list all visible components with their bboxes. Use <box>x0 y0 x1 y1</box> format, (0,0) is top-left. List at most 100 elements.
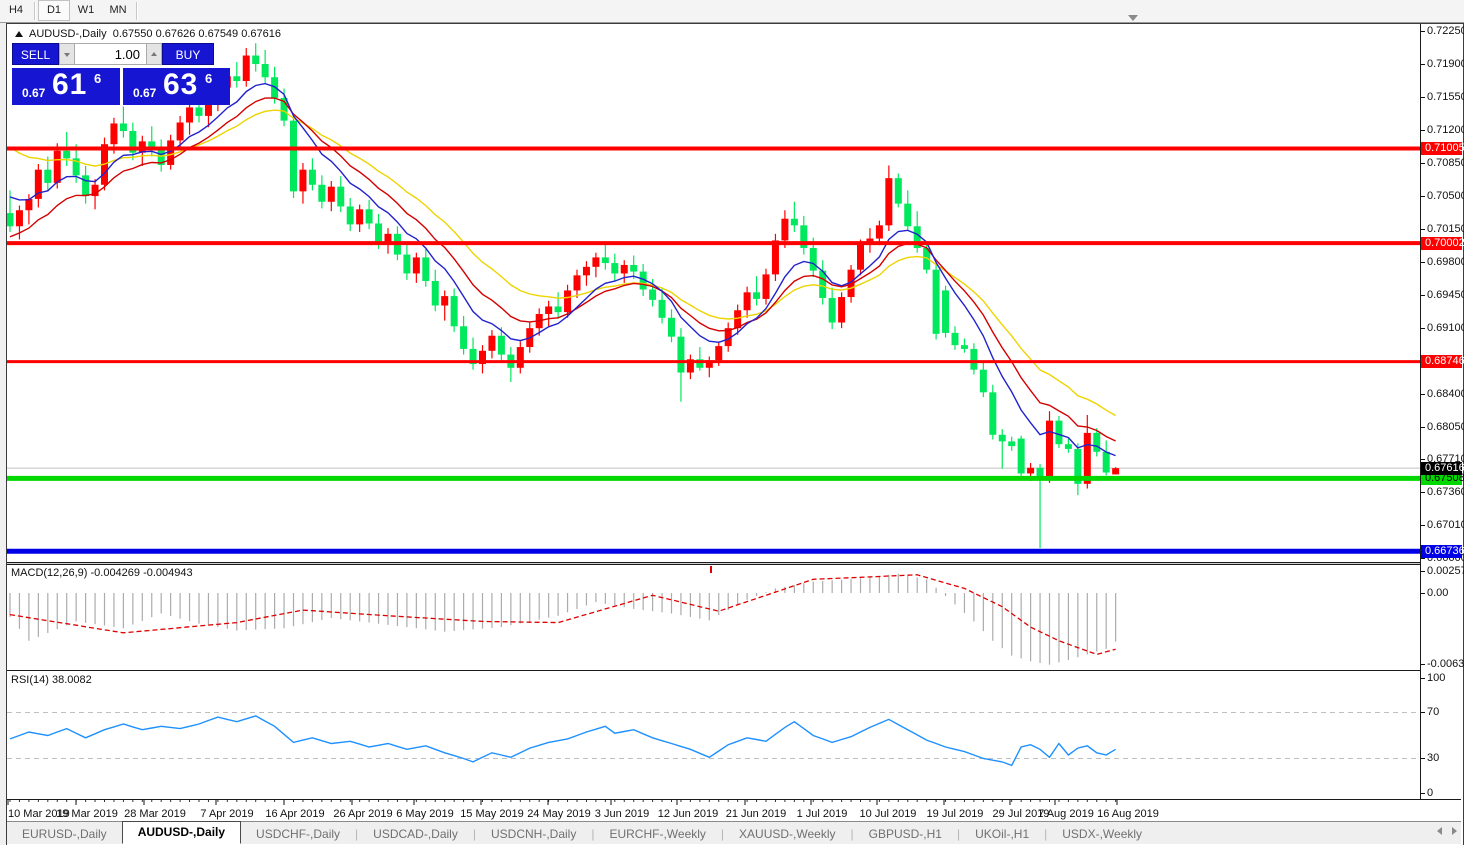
sell-button[interactable]: SELL <box>12 43 59 65</box>
candle-body <box>961 345 968 349</box>
volume-increase-button[interactable] <box>146 43 162 65</box>
date-tick-label: 19 Mar 2019 <box>56 808 118 820</box>
candle-body <box>857 244 864 269</box>
date-tick-label: 3 Jun 2019 <box>595 808 649 820</box>
candle-body <box>942 290 949 332</box>
chart-tab-eurchf[interactable]: EURCHF-,Weekly <box>594 824 720 844</box>
chart-tab-xauusd[interactable]: XAUUSD-,Weekly <box>724 824 850 844</box>
macd-plot[interactable] <box>7 565 1420 670</box>
candle-body <box>1027 468 1034 474</box>
candle-body <box>952 333 959 345</box>
sell-quote-box[interactable]: 0.67 61 6 <box>12 68 120 105</box>
ohlc-info-line: AUDUSD-,Daily 0.67550 0.67626 0.67549 0.… <box>15 28 281 40</box>
candle-body <box>838 297 845 322</box>
price-tick-mark <box>1421 459 1425 460</box>
toolbar-collapse-chevron-icon[interactable] <box>1128 15 1138 21</box>
candle-body <box>252 56 259 64</box>
buy-quote-box[interactable]: 0.67 63 6 <box>123 68 230 105</box>
timeframe-button-d1[interactable]: D1 <box>38 0 70 21</box>
candle-body <box>432 281 439 306</box>
chart-tab-audusd[interactable]: AUDUSD-,Daily <box>122 821 241 844</box>
rsi-indicator-pane[interactable]: RSI(14) 38.0082 <box>7 672 1420 798</box>
buy-button[interactable]: BUY <box>162 43 214 65</box>
chart-tab-ukoil[interactable]: UKOil-,H1 <box>960 824 1044 844</box>
price-tick-label: 0.71200 <box>1427 124 1464 137</box>
chart-tab-usdx[interactable]: USDX-,Weekly <box>1047 824 1157 844</box>
volume-input[interactable] <box>75 43 146 65</box>
price-tick-mark <box>1421 262 1425 263</box>
rsi-tick-mark <box>1421 678 1425 679</box>
one-click-panel-toggle-icon[interactable] <box>15 31 23 37</box>
candle-body <box>970 349 977 370</box>
rsi-line <box>10 716 1116 766</box>
chart-tab-usdchf[interactable]: USDCHF-,Daily <box>241 824 355 844</box>
timeframe-button-mn[interactable]: MN <box>102 0 134 21</box>
date-tick-label: 21 Jun 2019 <box>726 808 787 820</box>
price-tick-mark <box>1421 558 1425 559</box>
candles <box>7 43 1119 548</box>
chart-tab-gbpusd[interactable]: GBPUSD-,H1 <box>854 824 957 844</box>
pane-splitter[interactable] <box>7 670 1461 671</box>
timeframe-button-w1[interactable]: W1 <box>70 0 102 21</box>
candle-body <box>1046 421 1053 477</box>
price-tick-mark <box>1421 229 1425 230</box>
close-value: 0.67616 <box>241 28 281 40</box>
rsi-plot[interactable] <box>7 672 1420 798</box>
mt4-application: H4 D1W1MN AUDUSD-,Daily 0.67550 0.67626 0… <box>0 0 1464 845</box>
candle-body <box>337 187 344 207</box>
candle-body <box>7 213 14 226</box>
tab-scroll-right-icon[interactable] <box>1452 827 1457 835</box>
ma-fast-blue <box>10 84 1116 456</box>
price-axis[interactable]: 0.722500.719000.715500.712000.708500.705… <box>1420 24 1462 799</box>
chart-tab-usdcad[interactable]: USDCAD-,Daily <box>358 824 473 844</box>
candle-body <box>1018 439 1025 474</box>
buy-price-pipette: 6 <box>205 71 212 86</box>
price-tick-mark <box>1421 394 1425 395</box>
price-tick-label: 0.69100 <box>1427 322 1464 335</box>
low-value: 0.67549 <box>198 28 238 40</box>
one-click-trading-panel: SELL BUY 0.67 61 6 0.67 <box>12 43 234 105</box>
price-tick-mark <box>1421 328 1425 329</box>
price-tick-mark <box>1421 295 1425 296</box>
volume-decrease-button[interactable] <box>59 43 75 65</box>
candle-body <box>451 296 458 326</box>
chart-tab-usdcnh[interactable]: USDCNH-,Daily <box>476 824 591 844</box>
candle-body <box>262 64 269 77</box>
rsi-tick-label: 30 <box>1427 752 1439 765</box>
candle-body <box>318 185 325 202</box>
candle-body <box>290 121 297 192</box>
macd-tick-mark <box>1421 571 1425 572</box>
candle-body <box>460 326 467 349</box>
candle-body <box>403 255 410 274</box>
price-tick-mark <box>1421 525 1425 526</box>
candle-body <box>668 318 675 337</box>
rsi-value: 38.0082 <box>52 674 92 686</box>
candle-body <box>895 178 902 203</box>
macd-histogram <box>10 574 1116 665</box>
timeframe-button-h4[interactable]: H4 <box>0 0 32 21</box>
date-axis[interactable]: 10 Mar 201919 Mar 201928 Mar 20197 Apr 2… <box>7 799 1461 821</box>
candle-body <box>1055 421 1062 445</box>
candle-body <box>356 209 363 224</box>
tab-scroll-left-icon[interactable] <box>1437 827 1442 835</box>
candle-body <box>763 274 770 299</box>
macd-red-marker <box>710 566 712 573</box>
macd-indicator-pane[interactable]: MACD(12,26,9) -0.004269 -0.004943 <box>7 565 1420 670</box>
candle-body <box>63 151 70 159</box>
candle-body <box>16 210 23 226</box>
candle-body <box>347 206 354 224</box>
price-chart-pane[interactable]: AUDUSD-,Daily 0.67550 0.67626 0.67549 0.… <box>7 24 1420 562</box>
candle-body <box>649 289 656 299</box>
candle-body <box>980 370 987 393</box>
price-tick-label: 0.71900 <box>1427 58 1464 71</box>
chart-tab-eurusd[interactable]: EURUSD-,Daily <box>7 824 122 844</box>
candle-body <box>328 187 335 202</box>
macd-tick-label: 0.002574 <box>1427 565 1464 578</box>
price-label-0.70002: 0.70002 <box>1421 237 1462 250</box>
candle-body <box>299 170 306 192</box>
price-tick-label: 0.71550 <box>1427 91 1464 104</box>
date-tick-label: 15 May 2019 <box>460 808 524 820</box>
macd-signal-line <box>10 575 1116 655</box>
candle-body <box>677 337 684 373</box>
toolbar-separator <box>136 2 138 20</box>
